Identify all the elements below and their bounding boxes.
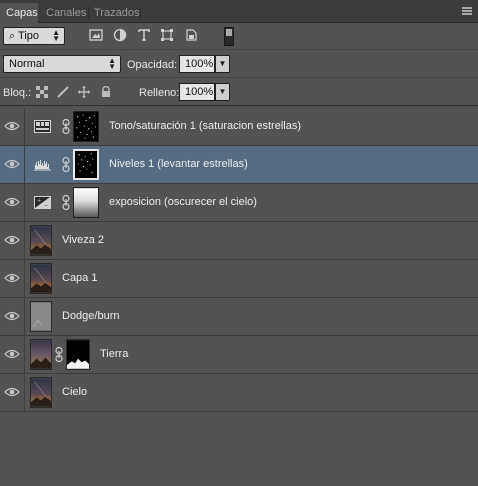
layer-mask-thumbnail[interactable]: [66, 339, 90, 370]
fill-input[interactable]: 100%: [179, 83, 215, 101]
layer-mask-thumbnail[interactable]: [73, 111, 99, 142]
fill-dropdown-button[interactable]: ▼: [215, 83, 230, 101]
opacity-input[interactable]: 100%: [179, 55, 215, 73]
layer-thumbnail[interactable]: [30, 377, 52, 408]
search-icon: ⌕: [9, 30, 19, 42]
visibility-column-divider: [24, 298, 25, 335]
mask-link-icon[interactable]: [55, 347, 63, 362]
lock-row: Bloq.: Relleno: 100% ▼: [0, 78, 478, 106]
layer-thumbnail[interactable]: [30, 263, 52, 294]
layer-name: Viveza 2: [62, 234, 104, 246]
layer-thumbnail[interactable]: [30, 301, 52, 332]
filter-kind-select[interactable]: ⌕ Tipo ▲ ▼: [3, 27, 65, 45]
lock-position-icon[interactable]: [78, 86, 90, 98]
mask-link-icon[interactable]: [62, 195, 70, 210]
eye-icon[interactable]: [3, 195, 21, 209]
type-filter-icon[interactable]: [137, 28, 151, 42]
panel-tab-bar: Capas Canales Trazados: [0, 0, 478, 23]
layer-thumbnail[interactable]: [30, 339, 52, 370]
layer-row[interactable]: Tierra: [0, 336, 478, 374]
eye-icon[interactable]: [3, 119, 21, 133]
empty-layers-area: [0, 420, 478, 486]
opacity-dropdown-button[interactable]: ▼: [215, 55, 230, 73]
mask-link-icon[interactable]: [62, 157, 70, 172]
layer-thumbnail[interactable]: [30, 225, 52, 256]
lock-label: Bloq.:: [3, 87, 32, 99]
layer-name: Tierra: [100, 348, 129, 360]
layer-row-selected[interactable]: Niveles 1 (levantar estrellas): [0, 146, 478, 184]
tab-divider: [140, 6, 141, 19]
fill-label: Relleno:: [139, 87, 180, 99]
layer-row[interactable]: Dodge/burn: [0, 298, 478, 336]
layer-filter-row: ⌕ Tipo ▲ ▼: [0, 22, 478, 50]
visibility-column-divider: [24, 222, 25, 259]
layer-row[interactable]: + − exposicion (oscurecer el cielo): [0, 184, 478, 222]
filter-toggle-switch[interactable]: [224, 27, 234, 46]
tab-capas[interactable]: Capas: [0, 3, 38, 23]
tab-canales[interactable]: Canales: [40, 4, 88, 22]
opacity-label: Opacidad:: [127, 59, 178, 71]
svg-text:+: +: [37, 198, 41, 204]
eye-icon[interactable]: [3, 309, 21, 323]
smart-object-filter-icon[interactable]: [184, 28, 198, 42]
chevron-updown-icon: ▲ ▼: [52, 28, 60, 43]
visibility-column-divider: [24, 108, 25, 145]
visibility-column-divider: [24, 374, 25, 411]
exposure-adjustment-icon: + −: [34, 196, 51, 209]
lock-transparent-pixels-icon[interactable]: [36, 86, 48, 98]
visibility-column-divider: [24, 336, 25, 373]
lock-all-icon[interactable]: [100, 86, 112, 98]
levels-adjustment-icon: [34, 160, 51, 171]
layer-name: Niveles 1 (levantar estrellas): [109, 158, 248, 170]
eye-icon[interactable]: [3, 347, 21, 361]
layer-name: exposicion (oscurecer el cielo): [109, 196, 257, 208]
filter-kind-value: Tipo: [18, 30, 40, 42]
layer-mask-thumbnail[interactable]: [73, 149, 99, 180]
visibility-column-divider: [24, 146, 25, 183]
blend-mode-select[interactable]: Normal ▲ ▼: [3, 55, 121, 73]
chevron-updown-icon: ▲ ▼: [108, 56, 116, 71]
adjustment-filter-icon[interactable]: [113, 28, 127, 42]
shape-filter-icon[interactable]: [160, 28, 174, 42]
image-filter-icon[interactable]: [89, 28, 103, 42]
panel-menu-icon[interactable]: [462, 7, 472, 15]
layer-name: Dodge/burn: [62, 310, 120, 322]
eye-icon[interactable]: [3, 157, 21, 171]
hue-saturation-adjustment-icon: [34, 120, 51, 133]
mask-link-icon[interactable]: [62, 119, 70, 134]
eye-icon[interactable]: [3, 233, 21, 247]
layer-row[interactable]: Cielo: [0, 374, 478, 412]
layer-row[interactable]: Capa 1: [0, 260, 478, 298]
eye-icon[interactable]: [3, 385, 21, 399]
tab-trazados[interactable]: Trazados: [88, 4, 140, 22]
blend-row: Normal ▲ ▼ Opacidad: 100% ▼: [0, 50, 478, 78]
blend-mode-value: Normal: [9, 58, 45, 70]
eye-icon[interactable]: [3, 271, 21, 285]
layer-row[interactable]: Viveza 2: [0, 222, 478, 260]
layer-name: Tono/saturación 1 (saturacion estrellas): [109, 120, 301, 132]
layer-name: Capa 1: [62, 272, 98, 284]
visibility-column-divider: [24, 184, 25, 221]
layers-list: Tono/saturación 1 (saturacion estrellas)…: [0, 108, 478, 412]
layer-mask-thumbnail[interactable]: [73, 187, 99, 218]
visibility-column-divider: [24, 260, 25, 297]
layer-name: Cielo: [62, 386, 88, 398]
lock-image-pixels-icon[interactable]: [57, 86, 69, 98]
layer-row[interactable]: Tono/saturación 1 (saturacion estrellas): [0, 108, 478, 146]
svg-text:−: −: [44, 203, 48, 209]
